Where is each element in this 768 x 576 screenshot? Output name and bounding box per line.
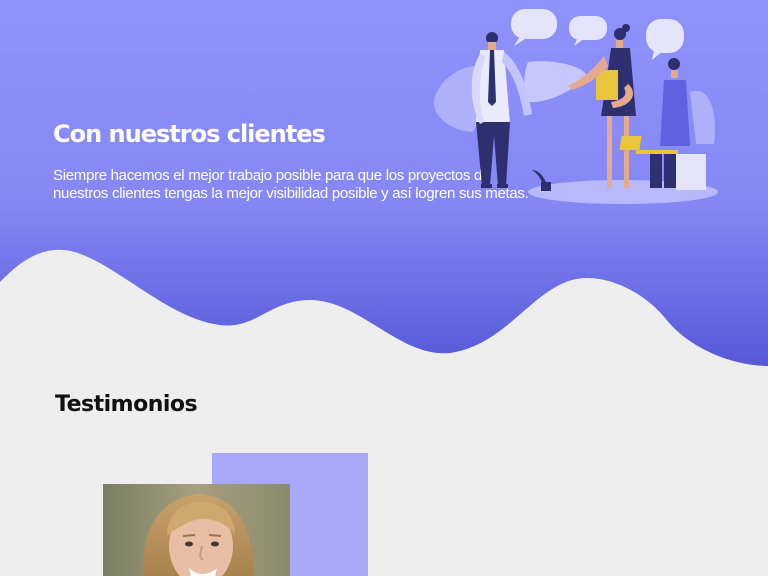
hero-section: Con nuestros clientes Siempre hacemos el… (0, 0, 768, 380)
team-meeting-illustration-icon (433, 9, 718, 204)
testimonial-photo (103, 484, 290, 576)
testimonials-title: Testimonios (55, 392, 198, 417)
customer-portrait-icon (103, 484, 290, 576)
hero-title: Con nuestros clientes (53, 120, 326, 148)
